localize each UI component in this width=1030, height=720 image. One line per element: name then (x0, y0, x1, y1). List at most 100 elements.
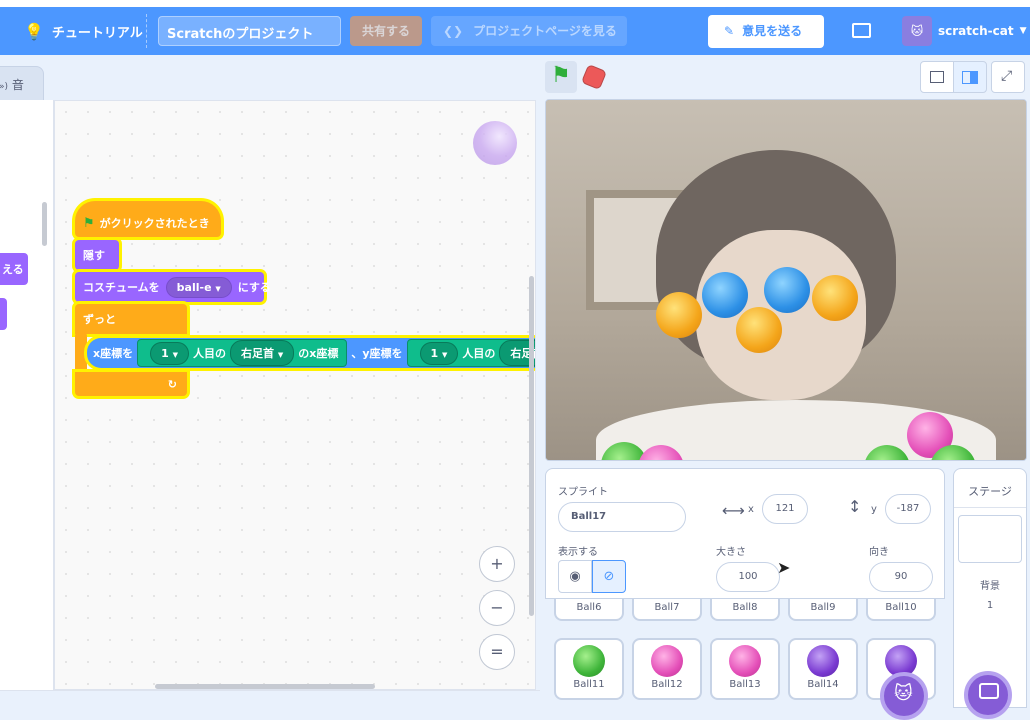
pose-y-reporter[interactable]: 1 ▼ 人目の 右足首 ▼ (406, 339, 535, 367)
tab-sounds-label: 音 (11, 78, 24, 92)
palette-scrollbar[interactable] (42, 202, 47, 246)
person-number-dropdown-2[interactable]: 1 ▼ (419, 341, 459, 365)
sprite-tile[interactable]: Ball12 (632, 638, 702, 700)
sprite-tile[interactable]: Ball13 (710, 638, 780, 700)
sprite-tile-name: Ball8 (732, 602, 758, 613)
forever-block[interactable]: ずっと (75, 304, 187, 334)
ball-sprite[interactable] (736, 307, 782, 353)
sprite-tile[interactable]: Ball8 (710, 599, 780, 621)
person-label: 人目の (193, 347, 226, 360)
palette-block-looks-2[interactable] (0, 298, 7, 330)
costume-value: ball-e (176, 280, 212, 294)
sprite-label: スプライト (558, 487, 608, 498)
sprite-tile[interactable]: Ball11 (554, 638, 624, 700)
show-hidden-button[interactable]: ⊘ (592, 560, 626, 593)
body-part-dropdown[interactable]: 右足首 ▼ (230, 340, 295, 366)
zoom-out-icon: − (490, 598, 504, 617)
when-flag-clicked-block[interactable]: ⚑ がクリックされたとき (75, 201, 221, 237)
sprite-tile-name: Ball6 (576, 602, 602, 613)
person-number-2: 1 (430, 346, 439, 360)
cat-plus-icon: 🐱 (894, 683, 913, 704)
ball-sprite[interactable] (702, 272, 748, 318)
sprite-tile[interactable]: Ball6 (554, 599, 624, 621)
costume-suffix: にする (237, 281, 271, 294)
person-number-dropdown[interactable]: 1 ▼ (150, 341, 189, 365)
loop-arrow-icon: ↻ (167, 377, 177, 391)
workspace-vscrollbar[interactable] (529, 276, 534, 616)
show-visible-button[interactable]: ◉ (558, 560, 592, 593)
workspace-hscrollbar[interactable] (155, 684, 375, 689)
lightbulb-icon: 💡 (24, 22, 44, 41)
editor-tab-strip (0, 55, 540, 100)
stop-button[interactable] (580, 63, 608, 91)
normal-stage-button[interactable] (953, 61, 987, 93)
window-top-strip (0, 0, 1030, 7)
feedback-button[interactable]: ✎ 意見を送る (708, 15, 824, 48)
block-palette: える (0, 100, 54, 690)
tab-sounds[interactable]: ») 音 (0, 66, 44, 100)
forever-label: ずっと (83, 313, 116, 326)
see-project-page-button[interactable]: ❮❯ プロジェクトページを見る (431, 16, 627, 46)
hide-block[interactable]: 隠す (75, 240, 119, 270)
username-label: scratch-cat (938, 24, 1014, 38)
switch-costume-block[interactable]: コスチュームを ball-e ▼ にする (75, 272, 271, 302)
pose-x-reporter[interactable]: 1 ▼ 人目の 右足首 ▼ のx座標 (137, 339, 348, 367)
sprite-name-input[interactable]: Ball17 (558, 502, 686, 532)
sprite-tile[interactable]: Ball9 (788, 599, 858, 621)
ball-sprite[interactable] (656, 292, 702, 338)
zoom-reset-button[interactable]: = (479, 634, 515, 670)
size-label: 大きさ (716, 547, 746, 558)
backdrop-thumbnail[interactable] (958, 515, 1022, 563)
stage-selector-panel[interactable]: ステージ 背景 1 (953, 468, 1027, 719)
my-stuff-folder-icon[interactable] (852, 23, 871, 38)
direction-input[interactable]: 90 (869, 562, 933, 592)
zoom-out-button[interactable]: − (479, 590, 515, 626)
x-position-input[interactable]: 121 (762, 494, 808, 524)
fullscreen-button[interactable]: ⤢ (991, 61, 1025, 93)
sprite-tile-name: Ball10 (885, 602, 917, 613)
sprite-tile[interactable]: Ball7 (632, 599, 702, 621)
goto-xy-block[interactable]: x座標を 1 ▼ 人目の 右足首 ▼ のx座標 、y座標を 1 ▼ 人目の 右足… (87, 338, 535, 368)
direction-label: 向き (869, 547, 889, 558)
tutorials-button[interactable]: 💡 チュートリアル (24, 22, 143, 41)
hat-label: がクリックされたとき (99, 217, 210, 230)
stage-canvas[interactable] (545, 99, 1027, 461)
menu-divider (146, 14, 147, 48)
y-position-input[interactable]: -187 (885, 494, 931, 524)
zoom-in-button[interactable]: + (479, 546, 515, 582)
costume-prefix: コスチュームを (83, 281, 160, 294)
sprite-tile-name: Ball9 (810, 602, 836, 613)
script-workspace[interactable]: ⚑ がクリックされたとき 隠す コスチュームを ball-e ▼ にする ずっと… (54, 100, 536, 690)
small-stage-icon (930, 71, 944, 83)
stage-title-divider (954, 507, 1026, 508)
green-flag-icon: ⚑ (551, 63, 571, 88)
add-sprite-button[interactable]: 🐱 (880, 672, 928, 720)
eye-slash-icon: ⊘ (603, 569, 615, 584)
zoom-reset-icon: = (490, 642, 504, 661)
zoom-in-icon: + (490, 554, 504, 573)
sprite-tile[interactable]: Ball14 (788, 638, 858, 700)
chevron-down-icon: ▼ (442, 350, 448, 359)
sprite-tile-name: Ball14 (807, 679, 839, 690)
feedback-label: 意見を送る (742, 24, 803, 38)
chevron-down-icon: ▼ (215, 284, 221, 293)
size-input[interactable]: 100 (716, 562, 780, 592)
project-title-input[interactable]: Scratchのプロジェクト (158, 16, 341, 46)
small-stage-button[interactable] (920, 61, 954, 93)
ball-sprite[interactable] (764, 267, 810, 313)
person-label-2: 人目の (462, 347, 496, 360)
image-plus-icon (979, 683, 999, 699)
share-button[interactable]: 共有する (350, 16, 422, 46)
palette-block-looks[interactable]: える (0, 253, 28, 285)
stage-title: ステージ (968, 485, 1012, 498)
ball-sprite[interactable] (812, 275, 858, 321)
add-backdrop-button[interactable] (964, 671, 1012, 719)
pencil-icon: ✎ (724, 24, 735, 38)
tutorials-label: チュートリアル (51, 26, 143, 41)
x-arrows-icon: ⟷ (722, 501, 745, 520)
green-flag-button[interactable]: ⚑ (545, 61, 577, 93)
goto-y-label: 、y座標を (351, 347, 403, 360)
costume-dropdown[interactable]: ball-e ▼ (165, 276, 232, 298)
account-menu[interactable]: 🐱 scratch-cat ▼ (902, 15, 1027, 47)
sprite-tile[interactable]: Ball10 (866, 599, 936, 621)
